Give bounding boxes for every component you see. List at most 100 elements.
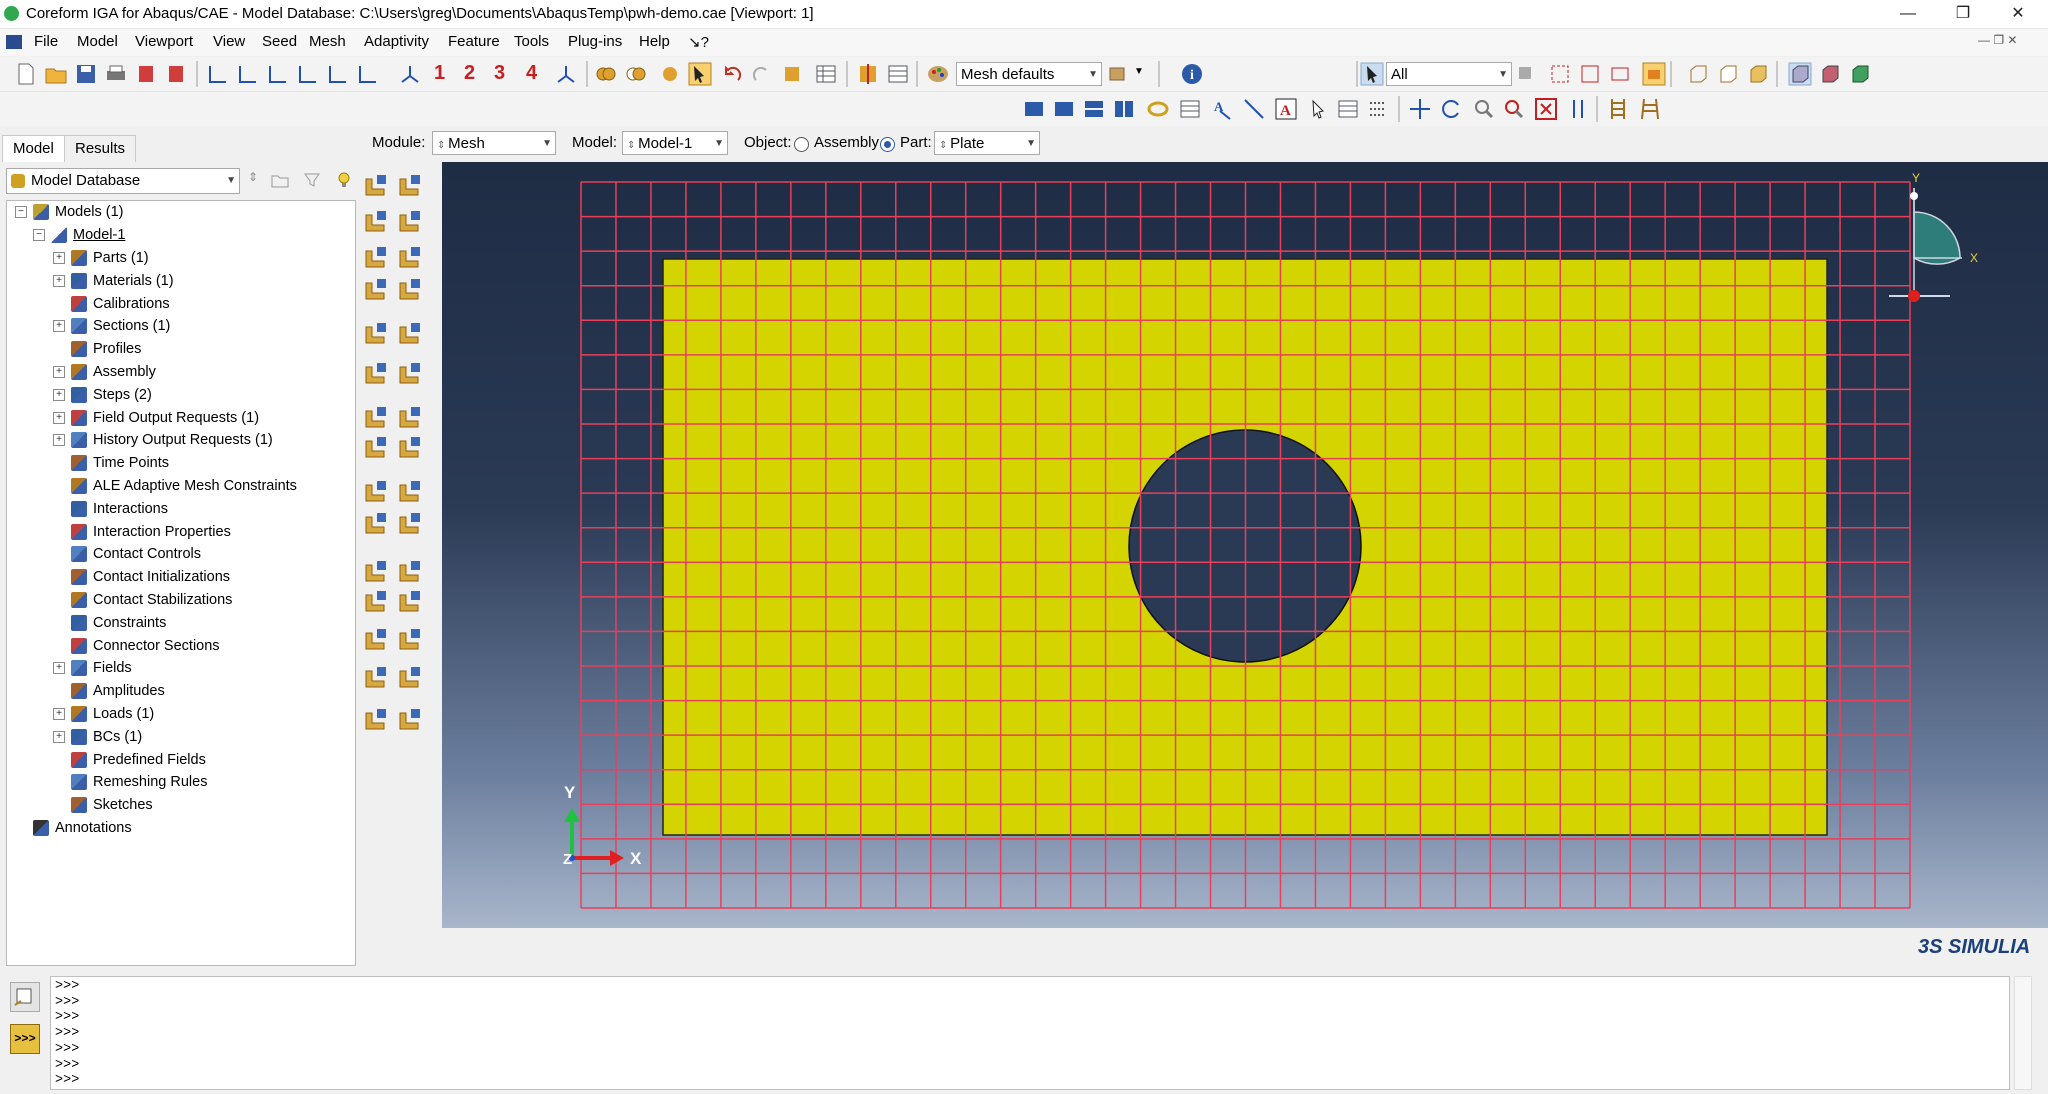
model-combo[interactable]: ⇕ Model-1 ▼ bbox=[622, 131, 728, 155]
partition-cell-tool-icon[interactable] bbox=[396, 275, 424, 303]
expand-icon[interactable]: + bbox=[53, 388, 65, 401]
pointer-icon[interactable] bbox=[1306, 97, 1330, 121]
delete-seeds-tool-icon[interactable] bbox=[362, 587, 390, 615]
tree-item-annotations[interactable]: Annotations bbox=[11, 817, 351, 840]
partition-icon[interactable] bbox=[856, 62, 880, 86]
view-3-button[interactable]: 3 bbox=[494, 62, 505, 85]
element-type-tool-icon[interactable] bbox=[396, 625, 424, 653]
delete-mesh-tool-icon[interactable] bbox=[396, 319, 424, 347]
redo-icon[interactable] bbox=[750, 62, 774, 86]
open-folder-icon[interactable] bbox=[44, 62, 68, 86]
restore-button[interactable]: ❐ bbox=[1935, 0, 1991, 28]
csys-icon[interactable] bbox=[554, 62, 578, 86]
kernel-command-button[interactable]: >>> bbox=[10, 1024, 40, 1054]
tree-item-steps-2[interactable]: + Steps (2) bbox=[11, 383, 351, 406]
tab-model[interactable]: Model bbox=[2, 135, 65, 162]
viewport[interactable]: Y X Y X Z bbox=[442, 162, 2048, 928]
box-zoom-icon[interactable] bbox=[1502, 97, 1526, 121]
assembly-radio-label[interactable]: Assembly bbox=[814, 134, 879, 151]
edit-mesh-tool-icon[interactable] bbox=[362, 403, 390, 431]
menu-view[interactable]: View bbox=[213, 33, 245, 50]
view-zy-icon[interactable] bbox=[356, 62, 380, 86]
pan-icon[interactable] bbox=[1408, 97, 1432, 121]
cycle-views-icon[interactable] bbox=[1566, 97, 1590, 121]
tree-item-predefined-fields[interactable]: Predefined Fields bbox=[11, 748, 351, 771]
command-scrollbar[interactable] bbox=[2014, 976, 2032, 1090]
menu-plugins[interactable]: Plug-ins bbox=[568, 33, 622, 50]
menu-model[interactable]: Model bbox=[77, 33, 118, 50]
expand-icon[interactable]: + bbox=[53, 434, 65, 447]
list-options-icon[interactable] bbox=[1366, 97, 1390, 121]
menu-tools[interactable]: Tools bbox=[514, 33, 549, 50]
manager-icon[interactable] bbox=[886, 62, 910, 86]
view-yz-icon[interactable] bbox=[326, 62, 350, 86]
expand-icon[interactable]: + bbox=[53, 320, 65, 333]
tree-item-calibrations[interactable]: Calibrations bbox=[11, 292, 351, 315]
tree-item-materials-1[interactable]: + Materials (1) bbox=[11, 269, 351, 292]
info-icon[interactable]: i bbox=[1180, 62, 1204, 86]
verify-mesh-tool-icon[interactable] bbox=[362, 663, 390, 691]
tree-item-model-1[interactable]: − Model-1 bbox=[11, 224, 351, 247]
mesh-controls-tool-icon[interactable] bbox=[362, 625, 390, 653]
assign-stack-tool-icon[interactable] bbox=[396, 359, 424, 387]
mesh-shaded-icon[interactable] bbox=[1818, 62, 1842, 86]
context-help-button[interactable]: ↘? bbox=[688, 33, 709, 51]
delete-mesh-tool-icon[interactable] bbox=[396, 705, 424, 733]
mdi-controls[interactable]: — ❐ ✕ bbox=[1978, 33, 2017, 47]
color-code-combo[interactable]: Mesh defaults ▼ bbox=[956, 62, 1102, 86]
message-area-button[interactable] bbox=[10, 982, 40, 1012]
seed-edges-tool-icon[interactable] bbox=[396, 171, 424, 199]
ladder-icon[interactable] bbox=[1606, 97, 1630, 121]
selection-arrow-icon[interactable] bbox=[1360, 62, 1384, 86]
select-inside-icon[interactable] bbox=[1548, 62, 1572, 86]
create-mesh-part-tool-icon[interactable] bbox=[396, 403, 424, 431]
stack2-icon[interactable] bbox=[164, 62, 188, 86]
shaded-icon[interactable] bbox=[1746, 62, 1770, 86]
tree-item-fields[interactable]: + Fields bbox=[11, 657, 351, 680]
expand-icon[interactable]: + bbox=[53, 707, 65, 720]
folder-up-icon[interactable] bbox=[270, 170, 290, 190]
tree-item-sketches[interactable]: Sketches bbox=[11, 794, 351, 817]
sphere-icon[interactable] bbox=[658, 62, 682, 86]
verify-mesh-tool-icon[interactable] bbox=[362, 275, 390, 303]
undo-icon[interactable] bbox=[720, 62, 744, 86]
auto-fit-icon[interactable] bbox=[1534, 97, 1558, 121]
expand-icon[interactable]: + bbox=[53, 662, 65, 675]
datum-axis-tool-icon[interactable] bbox=[362, 477, 390, 505]
text-annotation-icon[interactable]: A bbox=[1210, 97, 1234, 121]
command-line[interactable]: >>> >>> >>> >>> >>> >>> >>> bbox=[50, 976, 2010, 1090]
tree-item-interactions[interactable]: Interactions bbox=[11, 497, 351, 520]
view-xy-icon[interactable] bbox=[206, 62, 230, 86]
tile-vertical-icon[interactable] bbox=[1112, 97, 1136, 121]
part-radio[interactable] bbox=[880, 137, 895, 152]
tree-item-field-output-requests-1[interactable]: + Field Output Requests (1) bbox=[11, 406, 351, 429]
datum-csys-tool-icon[interactable] bbox=[396, 433, 424, 461]
tree-item-constraints[interactable]: Constraints bbox=[11, 611, 351, 634]
delete-seeds-tool-icon[interactable] bbox=[362, 207, 390, 235]
expand-icon[interactable]: + bbox=[53, 411, 65, 424]
new-file-icon[interactable] bbox=[14, 62, 38, 86]
selection-filter-combo[interactable]: All ▼ bbox=[1386, 62, 1512, 86]
lightbulb-icon[interactable] bbox=[334, 170, 354, 190]
zoom-icon[interactable] bbox=[1472, 97, 1496, 121]
expand-icon[interactable]: + bbox=[53, 365, 65, 378]
view-4-button[interactable]: 4 bbox=[526, 62, 537, 85]
wireframe-icon[interactable] bbox=[1686, 62, 1710, 86]
tile-horizontal-icon[interactable] bbox=[1082, 97, 1106, 121]
minimize-button[interactable]: — bbox=[1880, 0, 1936, 28]
mesh-wire-icon[interactable] bbox=[1788, 62, 1812, 86]
viewport-annotation-icon[interactable] bbox=[1178, 97, 1202, 121]
hidden-line-icon[interactable] bbox=[1716, 62, 1740, 86]
table-icon[interactable] bbox=[814, 62, 838, 86]
view-1-button[interactable]: 1 bbox=[434, 62, 445, 85]
module-combo[interactable]: ⇕ Mesh ▼ bbox=[432, 131, 556, 155]
mesh-color-icon[interactable] bbox=[1848, 62, 1872, 86]
part-combo[interactable]: ⇕ Plate ▼ bbox=[934, 131, 1040, 155]
highlight-icon[interactable] bbox=[1642, 62, 1666, 86]
seed-controls-tool-icon[interactable] bbox=[396, 207, 424, 235]
tree-item-profiles[interactable]: Profiles bbox=[11, 338, 351, 361]
viewport-canvas[interactable]: Y X Y X Z bbox=[442, 162, 2048, 928]
arrow-annotation-icon[interactable] bbox=[1242, 97, 1266, 121]
filter-tree-icon[interactable] bbox=[302, 170, 322, 190]
menu-feature[interactable]: Feature bbox=[448, 33, 500, 50]
